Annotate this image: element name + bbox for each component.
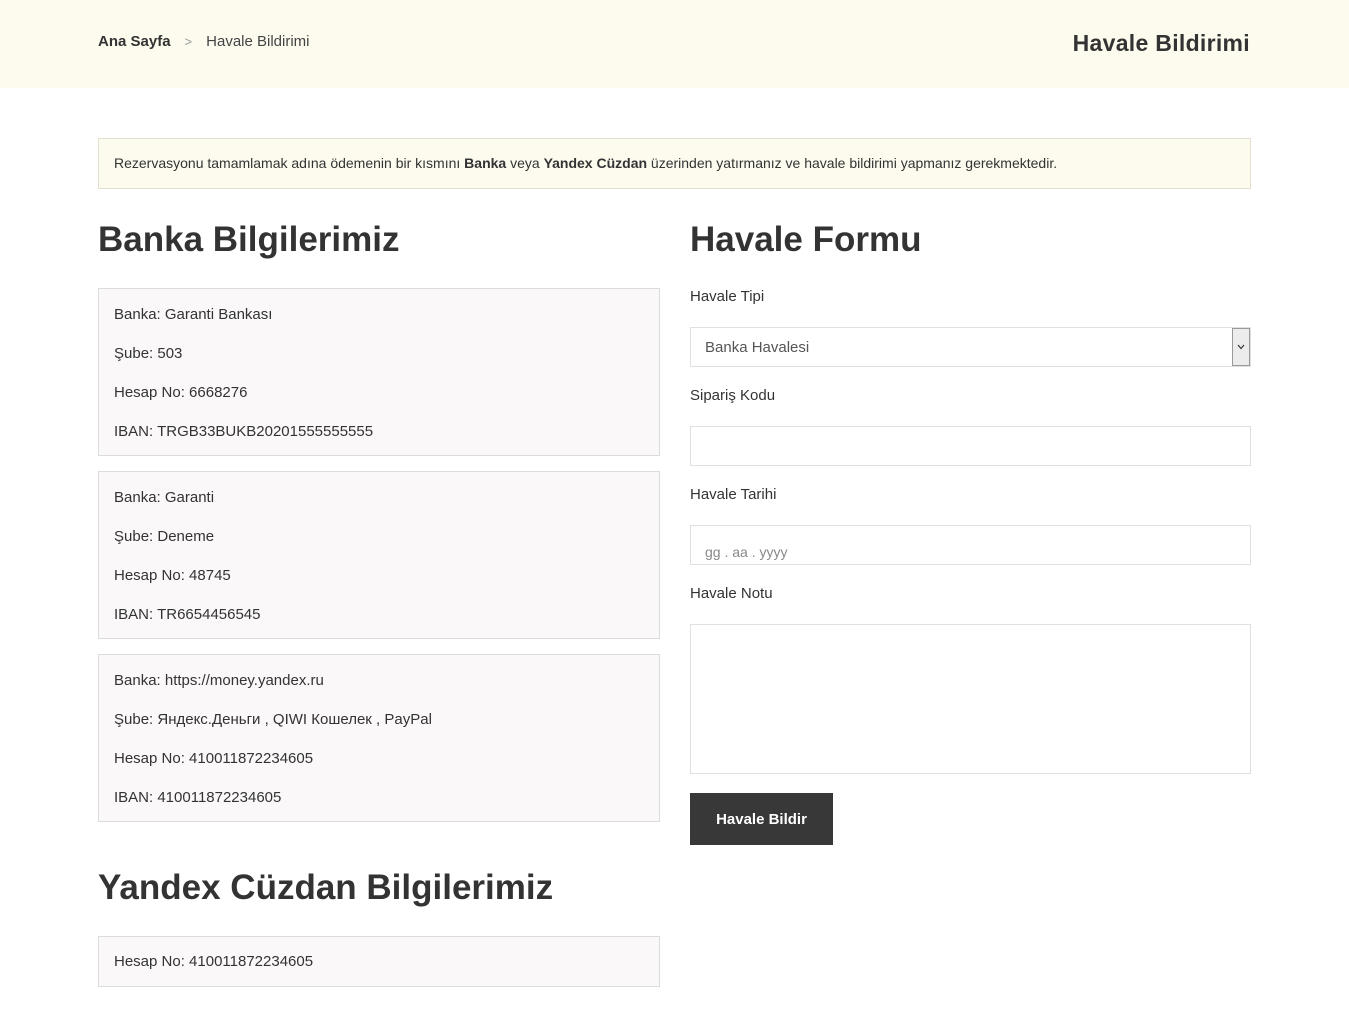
- transfer-type-selected: Banka Havalesi: [705, 338, 810, 356]
- bank-branch: Şube: 503: [114, 345, 183, 362]
- bank-account-card: Banka: Garanti Şube: Deneme Hesap No: 48…: [98, 471, 660, 639]
- bank-branch: Şube: Deneme: [114, 528, 215, 545]
- transfer-date-label: Havale Tarihi: [690, 486, 777, 503]
- bank-account-number: Hesap No: 6668276: [114, 384, 248, 401]
- order-code-input[interactable]: [690, 426, 1251, 466]
- bank-account-card: Banka: https://money.yandex.ru Şube: Янд…: [98, 654, 660, 822]
- chevron-right-icon: >: [184, 34, 193, 49]
- yandex-section-title: Yandex Cüzdan Bilgilerimiz: [98, 868, 554, 907]
- notice-yandex-highlight: Yandex Cüzdan: [543, 155, 648, 171]
- page-title: Havale Bildirimi: [1072, 30, 1250, 56]
- bank-account-number: Hesap No: 410011872234605: [114, 750, 314, 767]
- transfer-date-input[interactable]: gg . aa . yyyy: [690, 525, 1251, 565]
- bank-account-number: Hesap No: 48745: [114, 567, 231, 584]
- bank-iban: IBAN: TRGB33BUKB20201555555555: [114, 423, 374, 440]
- transfer-type-label: Havale Tipi: [690, 288, 765, 305]
- bank-name: Banka: Garanti Bankası: [114, 306, 273, 323]
- notice-text: Rezervasyonu tamamlamak adına ödemenin b…: [114, 155, 465, 171]
- notice-text: üzerinden yatırmanız ve havale bildirimi…: [647, 155, 1058, 171]
- form-title: Havale Formu: [690, 220, 922, 259]
- notice-bank-highlight: Banka: [464, 155, 507, 171]
- transfer-note-textarea[interactable]: [690, 624, 1251, 774]
- bank-name: Banka: https://money.yandex.ru: [114, 672, 324, 689]
- order-code-label: Sipariş Kodu: [690, 387, 776, 404]
- chevron-down-icon[interactable]: [1232, 328, 1250, 366]
- bank-section-title: Banka Bilgilerimiz: [98, 220, 400, 259]
- bank-name: Banka: Garanti: [114, 489, 215, 506]
- breadcrumb: Ana Sayfa > Havale Bildirimi: [98, 33, 310, 50]
- breadcrumb-current: Havale Bildirimi: [206, 33, 310, 50]
- bank-account-card: Banka: Garanti Bankası Şube: 503 Hesap N…: [98, 288, 660, 456]
- transfer-type-select[interactable]: Banka Havalesi: [690, 327, 1251, 367]
- page-header: Ana Sayfa > Havale Bildirimi Havale Bild…: [0, 0, 1349, 88]
- bank-iban: IBAN: 410011872234605: [114, 789, 282, 806]
- submit-transfer-button[interactable]: Havale Bildir: [690, 793, 833, 845]
- bank-iban: IBAN: TR6654456545: [114, 606, 261, 623]
- yandex-account-number: Hesap No: 410011872234605: [114, 953, 314, 970]
- notice-text: veya: [506, 155, 544, 171]
- transfer-note-label: Havale Notu: [690, 585, 773, 602]
- reservation-notice: Rezervasyonu tamamlamak adına ödemenin b…: [98, 138, 1251, 189]
- breadcrumb-home-link[interactable]: Ana Sayfa: [98, 33, 171, 50]
- bank-branch: Şube: Яндекс.Деньги , QIWI Кошелек , Pay…: [114, 711, 432, 728]
- transfer-date-placeholder: gg . aa . yyyy: [705, 544, 788, 560]
- yandex-wallet-card: Hesap No: 410011872234605: [98, 936, 660, 987]
